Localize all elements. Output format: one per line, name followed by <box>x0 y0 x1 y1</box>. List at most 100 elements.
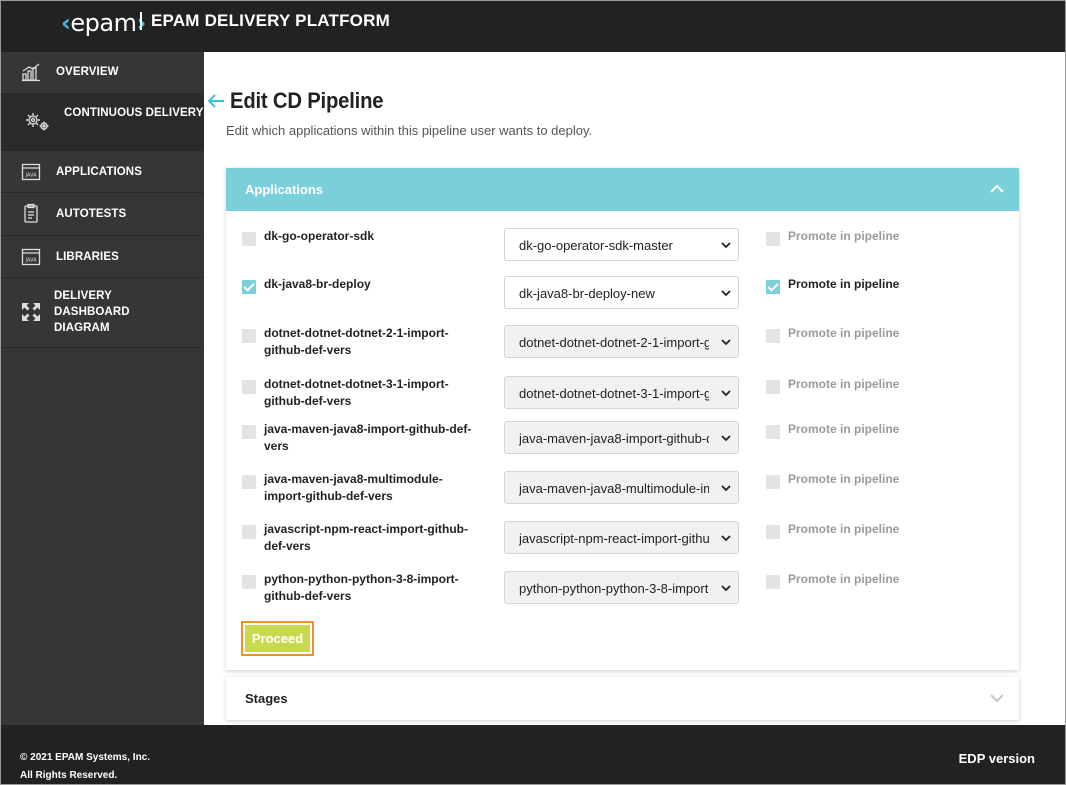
application-checkbox[interactable] <box>242 425 256 439</box>
epam-logo[interactable]: ‹epam› <box>61 9 146 37</box>
app-window: ‹epam› EPAM DELIVERY PLATFORM OVERVIEW C… <box>0 0 1066 785</box>
applications-panel-title: Applications <box>245 182 324 197</box>
promote-label: Promote in pipeline <box>788 377 900 391</box>
promote-checkbox[interactable] <box>766 280 780 294</box>
branch-select[interactable]: dotnet-dotnet-dotnet-3-1-import-github-d… <box>504 376 739 409</box>
promote-checkbox[interactable] <box>766 475 780 489</box>
clipboard-icon <box>21 203 41 223</box>
application-checkbox[interactable] <box>242 280 256 294</box>
overview-chart-icon <box>21 62 41 82</box>
application-checkbox[interactable] <box>242 575 256 589</box>
application-name: java-maven-java8-import-github-def-vers <box>264 422 472 453</box>
proceed-button[interactable]: Proceed <box>241 621 314 656</box>
chevron-down-icon <box>720 287 732 299</box>
sidebar-item-autotests[interactable]: AUTOTESTS <box>1 193 204 236</box>
branch-select[interactable]: java-maven-java8-multimodule-import-gith… <box>504 471 739 504</box>
chevron-up-icon[interactable] <box>989 181 1005 197</box>
back-arrow-icon[interactable] <box>207 92 225 115</box>
page-title: Edit CD Pipeline <box>230 88 384 113</box>
copyright: © 2021 EPAM Systems, Inc. All Rights Res… <box>20 749 151 784</box>
expand-arrows-icon <box>21 302 41 322</box>
footer: © 2021 EPAM Systems, Inc. All Rights Res… <box>1 725 1065 784</box>
branch-select[interactable]: dk-java8-br-deploy-new <box>504 276 739 309</box>
header-separator <box>140 12 142 30</box>
application-name: javascript-npm-react-import-github-def-v… <box>264 522 469 553</box>
chevron-down-icon <box>720 532 732 544</box>
branch-select-value: dk-go-operator-sdk-master <box>519 238 673 253</box>
sidebar-item-delivery-dashboard-diagram[interactable]: DELIVERY DASHBOARD DIAGRAM <box>1 278 204 348</box>
applications-panel: Applications dk-go-operator-sdk dk-go-op… <box>226 168 1019 670</box>
page-subtitle: Edit which applications within this pipe… <box>226 123 593 138</box>
java-window-icon: JAVA <box>21 247 41 267</box>
chevron-down-icon <box>720 336 732 348</box>
promote-checkbox[interactable] <box>766 425 780 439</box>
application-checkbox[interactable] <box>242 475 256 489</box>
svg-text:JAVA: JAVA <box>24 173 37 179</box>
branch-select-value: java-maven-java8-multimodule-import-gith… <box>519 481 709 496</box>
chevron-down-icon <box>720 482 732 494</box>
promote-label: Promote in pipeline <box>788 522 900 536</box>
copyright-line: © 2021 EPAM Systems, Inc. <box>20 752 151 763</box>
application-name: dk-go-operator-sdk <box>264 229 375 243</box>
logo-left-bracket: ‹ <box>61 9 71 37</box>
promote-checkbox[interactable] <box>766 380 780 394</box>
branch-select-value: java-maven-java8-import-github-def-vers-… <box>519 431 709 446</box>
sidebar-item-label: AUTOTESTS <box>56 208 127 220</box>
application-name: java-maven-java8-multimodule-import-gith… <box>264 472 443 503</box>
sidebar-item-label: APPLICATIONS <box>56 166 142 178</box>
stages-panel-title: Stages <box>245 691 288 706</box>
promote-label: Promote in pipeline <box>788 326 900 340</box>
branch-select[interactable]: javascript-npm-react-import-github-def-v… <box>504 521 739 554</box>
edp-version-link[interactable]: EDP version <box>959 751 1035 766</box>
applications-panel-header[interactable]: Applications <box>226 168 1019 211</box>
main-content: Edit CD Pipeline Edit which applications… <box>204 52 1065 725</box>
sidebar-item-label: DELIVERY DASHBOARD DIAGRAM <box>54 290 130 334</box>
chevron-down-icon[interactable] <box>989 690 1005 706</box>
sidebar-item-label: OVERVIEW <box>56 66 119 78</box>
application-checkbox[interactable] <box>242 232 256 246</box>
promote-checkbox[interactable] <box>766 329 780 343</box>
logo-text: epam <box>70 9 137 37</box>
top-header: ‹epam› EPAM DELIVERY PLATFORM <box>1 1 1065 52</box>
application-name: dk-java8-br-deploy <box>264 277 371 291</box>
sidebar-item-label: CONTINUOUS DELIVERY <box>64 107 204 119</box>
promote-label: Promote in pipeline <box>788 572 900 586</box>
application-name: dotnet-dotnet-dotnet-2-1-import-github-d… <box>264 326 449 357</box>
promote-checkbox[interactable] <box>766 575 780 589</box>
proceed-button-label: Proceed <box>245 625 310 652</box>
branch-select[interactable]: dotnet-dotnet-dotnet-2-1-import-github-d… <box>504 325 739 358</box>
chevron-down-icon <box>720 582 732 594</box>
sidebar-item-libraries[interactable]: JAVA LIBRARIES <box>1 236 204 278</box>
sidebar-item-continuous-delivery[interactable]: CONTINUOUS DELIVERY <box>1 94 204 151</box>
application-checkbox[interactable] <box>242 329 256 343</box>
branch-select-value: python-python-python-3-8-import-github-d… <box>519 581 709 596</box>
java-window-icon: JAVA <box>21 162 41 182</box>
application-name: dotnet-dotnet-dotnet-3-1-import-github-d… <box>264 377 449 408</box>
promote-label: Promote in pipeline <box>788 422 900 436</box>
copyright-line: All Rights Reserved. <box>20 770 118 781</box>
gears-icon <box>24 111 52 133</box>
application-checkbox[interactable] <box>242 380 256 394</box>
application-checkbox[interactable] <box>242 525 256 539</box>
promote-checkbox[interactable] <box>766 525 780 539</box>
branch-select-value: javascript-npm-react-import-github-def-v… <box>519 531 709 546</box>
branch-select[interactable]: python-python-python-3-8-import-github-d… <box>504 571 739 604</box>
platform-title: EPAM DELIVERY PLATFORM <box>151 11 390 30</box>
promote-checkbox[interactable] <box>766 232 780 246</box>
promote-label: Promote in pipeline <box>788 277 900 291</box>
branch-select-value: dotnet-dotnet-dotnet-2-1-import-github-d… <box>519 335 709 350</box>
promote-label: Promote in pipeline <box>788 229 900 243</box>
stages-panel-header[interactable]: Stages <box>226 677 1019 720</box>
branch-select-value: dk-java8-br-deploy-new <box>519 286 655 301</box>
branch-select[interactable]: java-maven-java8-import-github-def-vers-… <box>504 421 739 454</box>
sidebar-item-label: LIBRARIES <box>56 251 119 263</box>
sidebar-item-overview[interactable]: OVERVIEW <box>1 52 204 94</box>
branch-select[interactable]: dk-go-operator-sdk-master <box>504 228 739 261</box>
chevron-down-icon <box>720 432 732 444</box>
branch-select-value: dotnet-dotnet-dotnet-3-1-import-github-d… <box>519 386 709 401</box>
chevron-down-icon <box>720 239 732 251</box>
sidebar-item-applications[interactable]: JAVA APPLICATIONS <box>1 151 204 193</box>
sidebar: OVERVIEW CONTINUOUS DELIVERY JAVA APPLIC… <box>1 52 204 725</box>
chevron-down-icon <box>720 387 732 399</box>
application-name: python-python-python-3-8-import-github-d… <box>264 572 459 603</box>
